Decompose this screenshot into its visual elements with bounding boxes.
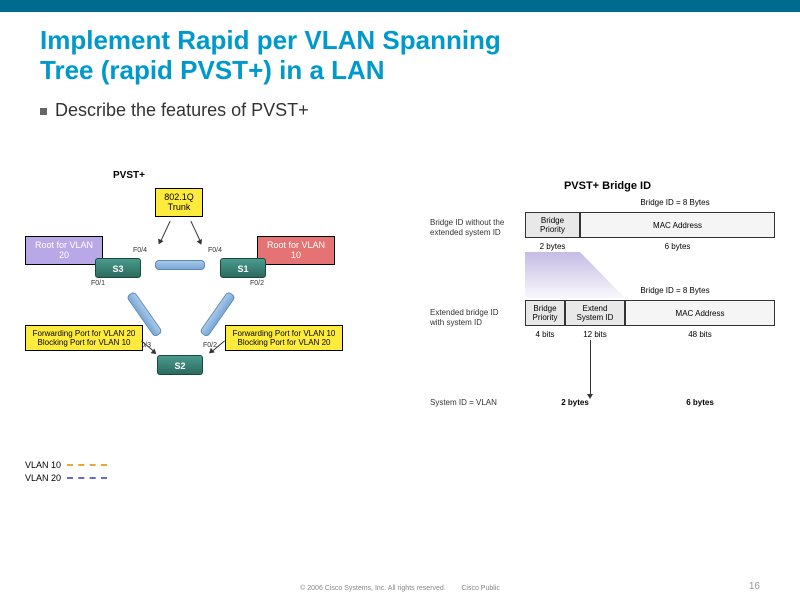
bridge-id-diagram: PVST+ Bridge ID Bridge ID without the ex… <box>430 180 785 460</box>
bullet-icon <box>40 108 47 115</box>
dim-6b-bot: 6 bytes <box>625 398 775 407</box>
title-line2: Tree (rapid PVST+) in a LAN <box>40 55 385 85</box>
legend: VLAN 10 VLAN 20 <box>25 460 107 486</box>
bp-bot: Bridge Priority <box>525 300 565 326</box>
mac-top: MAC Address <box>580 212 775 238</box>
fwd-vlan20-box: Forwarding Port for VLAN 20 Blocking Por… <box>25 325 143 351</box>
fwd-vlan10-box: Forwarding Port for VLAN 10 Blocking Por… <box>225 325 343 351</box>
copyright: © 2006 Cisco Systems, Inc. All rights re… <box>300 585 446 592</box>
switch-s1: S1 <box>220 258 266 278</box>
switch-s3: S3 <box>95 258 141 278</box>
bridge-id-title: PVST+ Bridge ID <box>430 180 785 192</box>
bullet-text: Describe the features of PVST+ <box>55 100 309 121</box>
legend-vlan10-label: VLAN 10 <box>25 460 61 470</box>
sysid-label: System ID = VLAN <box>430 398 497 408</box>
port-s1-f04: F0/4 <box>208 247 222 254</box>
bullet-row: Describe the features of PVST+ <box>0 94 800 121</box>
trunk-box: 802.1Q Trunk <box>155 188 203 217</box>
port-s3-f04: F0/4 <box>133 247 147 254</box>
dim-2b-bot: 2 bytes <box>525 398 625 407</box>
ext-label: Extended bridge ID with system ID <box>430 308 499 328</box>
root-vlan20-box: Root for VLAN 20 <box>25 236 103 265</box>
title-line1: Implement Rapid per VLAN Spanning <box>40 25 501 55</box>
legend-vlan10-line <box>67 464 107 466</box>
legend-vlan20-label: VLAN 20 <box>25 473 61 483</box>
slide-title: Implement Rapid per VLAN Spanning Tree (… <box>0 12 800 94</box>
slide-top-bar <box>0 0 800 12</box>
link-s3-s1 <box>155 260 205 270</box>
switch-s2: S2 <box>157 355 203 375</box>
dim-2b-top: 2 bytes <box>525 242 580 251</box>
port-s1-f02: F0/2 <box>250 280 264 287</box>
footer: © 2006 Cisco Systems, Inc. All rights re… <box>0 585 800 592</box>
root-vlan10-box: Root for VLAN 10 <box>257 236 335 265</box>
port-s3-f01: F0/1 <box>91 280 105 287</box>
mac-bot: MAC Address <box>625 300 775 326</box>
pvst-label: PVST+ <box>113 170 145 181</box>
dim-6b-top: 6 bytes <box>580 242 775 251</box>
legend-vlan20-line <box>67 477 107 479</box>
arrow-trunk-left <box>160 221 170 241</box>
noext-label: Bridge ID without the extended system ID <box>430 218 504 238</box>
arrow-sysid <box>590 340 591 395</box>
esi-bot: Extend System ID <box>565 300 625 326</box>
footer-public: Cisco Public <box>461 585 500 592</box>
bid8-top: Bridge ID = 8 Bytes <box>595 198 755 207</box>
dim-4bits: 4 bits <box>525 330 565 339</box>
dim-12bits: 12 bits <box>565 330 625 339</box>
dim-48bits: 48 bits <box>625 330 775 339</box>
diagram-area: PVST+ 802.1Q Trunk Root for VLAN 20 Root… <box>0 170 800 500</box>
arrow-trunk-right <box>190 221 200 241</box>
bid8-bot: Bridge ID = 8 Bytes <box>595 286 755 295</box>
topology-diagram: PVST+ 802.1Q Trunk Root for VLAN 20 Root… <box>25 170 395 470</box>
page-number: 16 <box>749 581 760 592</box>
bp-top: Bridge Priority <box>525 212 580 238</box>
